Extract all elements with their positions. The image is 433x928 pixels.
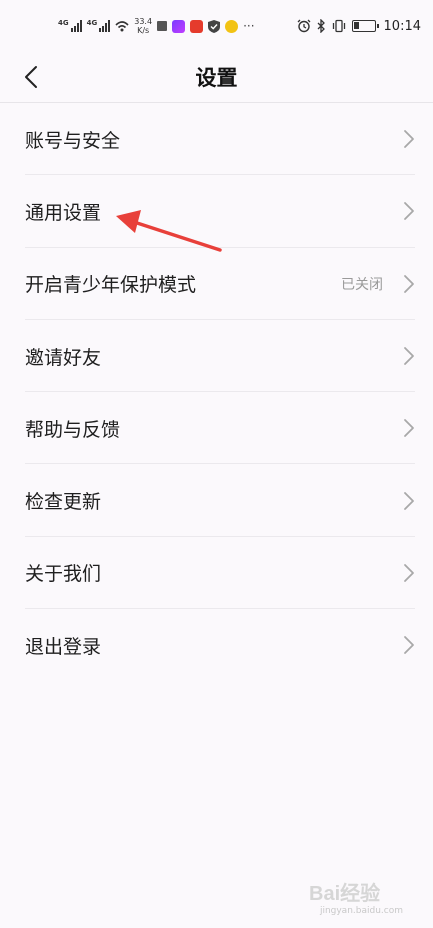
- chevron-right-icon: [404, 419, 414, 438]
- settings-row-label: 邀请好友: [25, 346, 102, 369]
- page-title: 设置: [195, 66, 238, 90]
- network-speed-value: 33.4: [134, 17, 153, 26]
- network-speed: 33.4 K/s: [134, 17, 152, 35]
- wifi-icon: [115, 21, 129, 32]
- chevron-right-icon: [404, 274, 414, 293]
- settings-row-label: 开启青少年保护模式: [25, 274, 197, 297]
- status-right: 10:14: [297, 19, 421, 34]
- settings-row[interactable]: 退出登录: [0, 609, 433, 681]
- status-left: 4G 4G 33.4 K/s ···: [58, 17, 255, 35]
- alarm-icon: [297, 19, 310, 33]
- settings-row[interactable]: 通用设置: [0, 175, 433, 248]
- video-app-icon: [172, 19, 186, 33]
- shield-icon: [208, 19, 221, 33]
- chevron-right-icon: [404, 564, 414, 582]
- settings-list: 账号与安全通用设置开启青少年保护模式 已关闭邀请好友帮助与反馈检查更新关于我们退出…: [0, 103, 433, 681]
- status-bar: 4G 4G 33.4 K/s ··· 10:14: [0, 0, 433, 52]
- settings-row-label: 通用设置: [25, 201, 102, 224]
- settings-row[interactable]: 账号与安全: [0, 103, 433, 176]
- more-notifications-icon: ···: [243, 19, 255, 33]
- vibrate-icon: [332, 19, 345, 33]
- settings-row-value: 已关闭: [341, 276, 383, 293]
- settings-row[interactable]: 检查更新: [0, 464, 433, 538]
- settings-row-label: 帮助与反馈: [25, 418, 121, 441]
- battery-level: [353, 22, 360, 29]
- chevron-right-icon: [404, 491, 414, 510]
- settings-row[interactable]: 关于我们: [0, 537, 433, 610]
- settings-row-label: 退出登录: [25, 635, 102, 658]
- signal-1-icon: 4G: [58, 20, 82, 32]
- back-button[interactable]: [14, 60, 48, 94]
- battery-icon: [351, 20, 379, 32]
- signal-2-icon: 4G: [87, 20, 111, 32]
- settings-row[interactable]: 邀请好友: [0, 320, 433, 393]
- settings-row[interactable]: 开启青少年保护模式 已关闭: [0, 248, 433, 321]
- news-app-icon: [190, 19, 204, 33]
- svg-text:Bai经验: Bai经验: [309, 881, 380, 905]
- notification-square-icon: [157, 21, 168, 31]
- baidu-watermark-logo: Bai经验: [309, 881, 380, 905]
- watermark-url: jingyan.baidu.com: [319, 906, 403, 916]
- chevron-right-icon: [404, 202, 414, 221]
- chevron-left-icon: [25, 66, 37, 88]
- bluetooth-icon: [317, 19, 325, 33]
- network-speed-unit: K/s: [137, 26, 150, 35]
- settings-row-label: 检查更新: [25, 491, 102, 514]
- settings-row-label: 账号与安全: [25, 129, 121, 152]
- status-time: 10:14: [383, 18, 421, 34]
- network-type-1: 4G: [58, 19, 69, 27]
- nav-bar: 设置: [0, 52, 433, 102]
- settings-row-label: 关于我们: [25, 563, 102, 586]
- chevron-right-icon: [404, 636, 414, 655]
- chevron-right-icon: [404, 347, 414, 365]
- chevron-right-icon: [404, 130, 414, 149]
- settings-row[interactable]: 帮助与反馈: [0, 392, 433, 465]
- network-type-2: 4G: [86, 19, 98, 27]
- game-app-icon: [225, 19, 239, 33]
